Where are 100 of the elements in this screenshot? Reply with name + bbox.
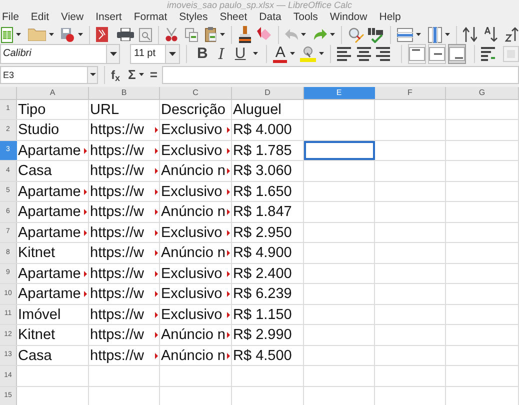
menu-item[interactable]: Styles bbox=[179, 10, 208, 26]
save-icon[interactable] bbox=[61, 27, 76, 42]
table-cell: Anúncio n bbox=[160, 244, 226, 262]
caret-icon[interactable] bbox=[290, 52, 296, 56]
align-top-button[interactable] bbox=[408, 44, 426, 64]
table-cell: Apartame bbox=[17, 142, 81, 160]
table-cell: Exclusivo bbox=[160, 142, 222, 160]
pdf-icon[interactable] bbox=[96, 27, 108, 42]
table-cell: Anúncio n bbox=[160, 203, 226, 221]
table-cell: https://w bbox=[89, 182, 144, 200]
caret-icon[interactable] bbox=[330, 33, 335, 36]
column-header[interactable]: E bbox=[304, 86, 375, 99]
table-cell: Exclusivo bbox=[160, 224, 222, 242]
eraser-icon[interactable] bbox=[257, 27, 272, 42]
underline-button[interactable]: U bbox=[230, 44, 250, 63]
table-cell: Tipo bbox=[17, 100, 46, 118]
function-wizard-button[interactable]: f$_{x}$ bbox=[111, 68, 120, 82]
table-cell: Aluguel bbox=[232, 100, 282, 118]
column-header[interactable]: C bbox=[160, 86, 232, 99]
caret-icon[interactable] bbox=[416, 33, 421, 36]
caret-icon[interactable] bbox=[110, 52, 116, 56]
column-header[interactable]: F bbox=[375, 86, 446, 99]
merge-cells-icon[interactable] bbox=[503, 46, 519, 62]
printer-icon[interactable] bbox=[116, 28, 134, 42]
column-header[interactable]: G bbox=[446, 86, 519, 99]
table-cell: R$ 2.990 bbox=[232, 326, 292, 344]
print-preview-icon[interactable] bbox=[139, 28, 152, 42]
table-cell: Descrição bbox=[160, 100, 226, 118]
font-size-dropdown[interactable]: 11 pt bbox=[130, 44, 180, 64]
caret-icon[interactable] bbox=[319, 52, 324, 56]
table-cell: https://w bbox=[89, 306, 144, 324]
menu-item[interactable]: Insert bbox=[96, 10, 122, 26]
column-header[interactable]: A bbox=[17, 86, 89, 99]
table-cell: Apartame bbox=[17, 203, 81, 221]
rows-icon[interactable] bbox=[396, 28, 413, 42]
table-cell: Kitnet bbox=[17, 326, 56, 344]
paintbrush-icon[interactable] bbox=[238, 26, 252, 44]
table-cell: Exclusivo bbox=[160, 121, 222, 139]
table-cell: R$ 4.500 bbox=[232, 346, 292, 364]
align-center-icon[interactable] bbox=[356, 46, 371, 61]
columns-icon[interactable] bbox=[428, 26, 442, 43]
caret-icon[interactable] bbox=[90, 73, 96, 76]
paste-icon[interactable] bbox=[205, 27, 218, 42]
menu-item[interactable]: View bbox=[61, 10, 84, 26]
table-cell: R$ 6.239 bbox=[232, 285, 292, 303]
table-cell: Exclusivo bbox=[160, 306, 222, 324]
caret-icon[interactable] bbox=[138, 73, 144, 76]
align-bottom-button[interactable] bbox=[448, 44, 466, 64]
font-color-button[interactable]: A bbox=[273, 44, 288, 63]
caret-icon[interactable] bbox=[49, 33, 54, 36]
italic-button[interactable]: I bbox=[214, 44, 228, 63]
formula-input-field[interactable] bbox=[162, 66, 519, 84]
align-left-icon[interactable] bbox=[337, 46, 352, 61]
table-cell: https://w bbox=[89, 121, 144, 139]
menu-item[interactable]: Tools bbox=[293, 10, 318, 26]
name-box[interactable]: E3 bbox=[0, 66, 98, 84]
table-cell: Kitnet bbox=[17, 244, 56, 262]
window-title: imoveis_sao paulo_sp.xlsx — LibreOffice Calc bbox=[166, 0, 352, 10]
table-cell: URL bbox=[89, 100, 120, 118]
sort-descending-icon[interactable] bbox=[505, 27, 519, 42]
menu-item[interactable]: Help bbox=[379, 10, 401, 26]
table-cell: Apartame bbox=[17, 182, 81, 200]
scissors-icon[interactable] bbox=[165, 28, 178, 42]
table-cell: Apartame bbox=[17, 224, 81, 242]
table-cell: Exclusivo bbox=[160, 264, 222, 282]
copy-icon[interactable] bbox=[185, 28, 198, 42]
menu-item[interactable]: Edit bbox=[30, 10, 50, 26]
table-cell: https://w bbox=[89, 203, 144, 221]
table-cell: R$ 1.847 bbox=[232, 203, 292, 221]
cell-cursor[interactable] bbox=[304, 140, 375, 160]
caret-icon[interactable] bbox=[444, 33, 450, 36]
caret-icon[interactable] bbox=[78, 33, 84, 36]
menu-item[interactable]: Window bbox=[330, 10, 368, 26]
menu-item[interactable]: Sheet bbox=[220, 10, 248, 26]
caret-icon[interactable] bbox=[169, 52, 176, 56]
bold-button[interactable]: B bbox=[193, 44, 212, 63]
table-cell: https://w bbox=[89, 264, 144, 282]
spellcheck-icon[interactable] bbox=[368, 26, 384, 43]
table-cell: https://w bbox=[89, 326, 144, 344]
table-cell: Anúncio n bbox=[160, 326, 226, 344]
table-cell: https://w bbox=[89, 142, 144, 160]
column-header[interactable]: B bbox=[89, 86, 160, 99]
align-right-icon[interactable] bbox=[376, 46, 390, 61]
highlighter-icon[interactable] bbox=[300, 46, 316, 62]
wrap-text-icon[interactable] bbox=[480, 46, 497, 61]
align-middle-button[interactable] bbox=[428, 44, 446, 64]
caret-icon[interactable] bbox=[301, 33, 306, 36]
table-cell: R$ 4.000 bbox=[232, 121, 292, 139]
font-name-dropdown[interactable]: Calibri bbox=[0, 44, 120, 64]
formula-button[interactable]: = bbox=[150, 68, 158, 82]
caret-icon[interactable] bbox=[16, 33, 21, 36]
menu-item[interactable]: File bbox=[2, 10, 19, 26]
sort-ascending-icon[interactable] bbox=[484, 27, 498, 42]
sum-button[interactable]: Σ bbox=[128, 68, 136, 82]
menu-item[interactable]: Data bbox=[259, 10, 282, 26]
caret-icon[interactable] bbox=[220, 33, 226, 36]
table-cell: https://w bbox=[89, 244, 144, 262]
sort-arrows-icon[interactable] bbox=[462, 27, 477, 42]
menu-item[interactable]: Format bbox=[134, 10, 168, 26]
caret-icon[interactable] bbox=[252, 52, 258, 56]
